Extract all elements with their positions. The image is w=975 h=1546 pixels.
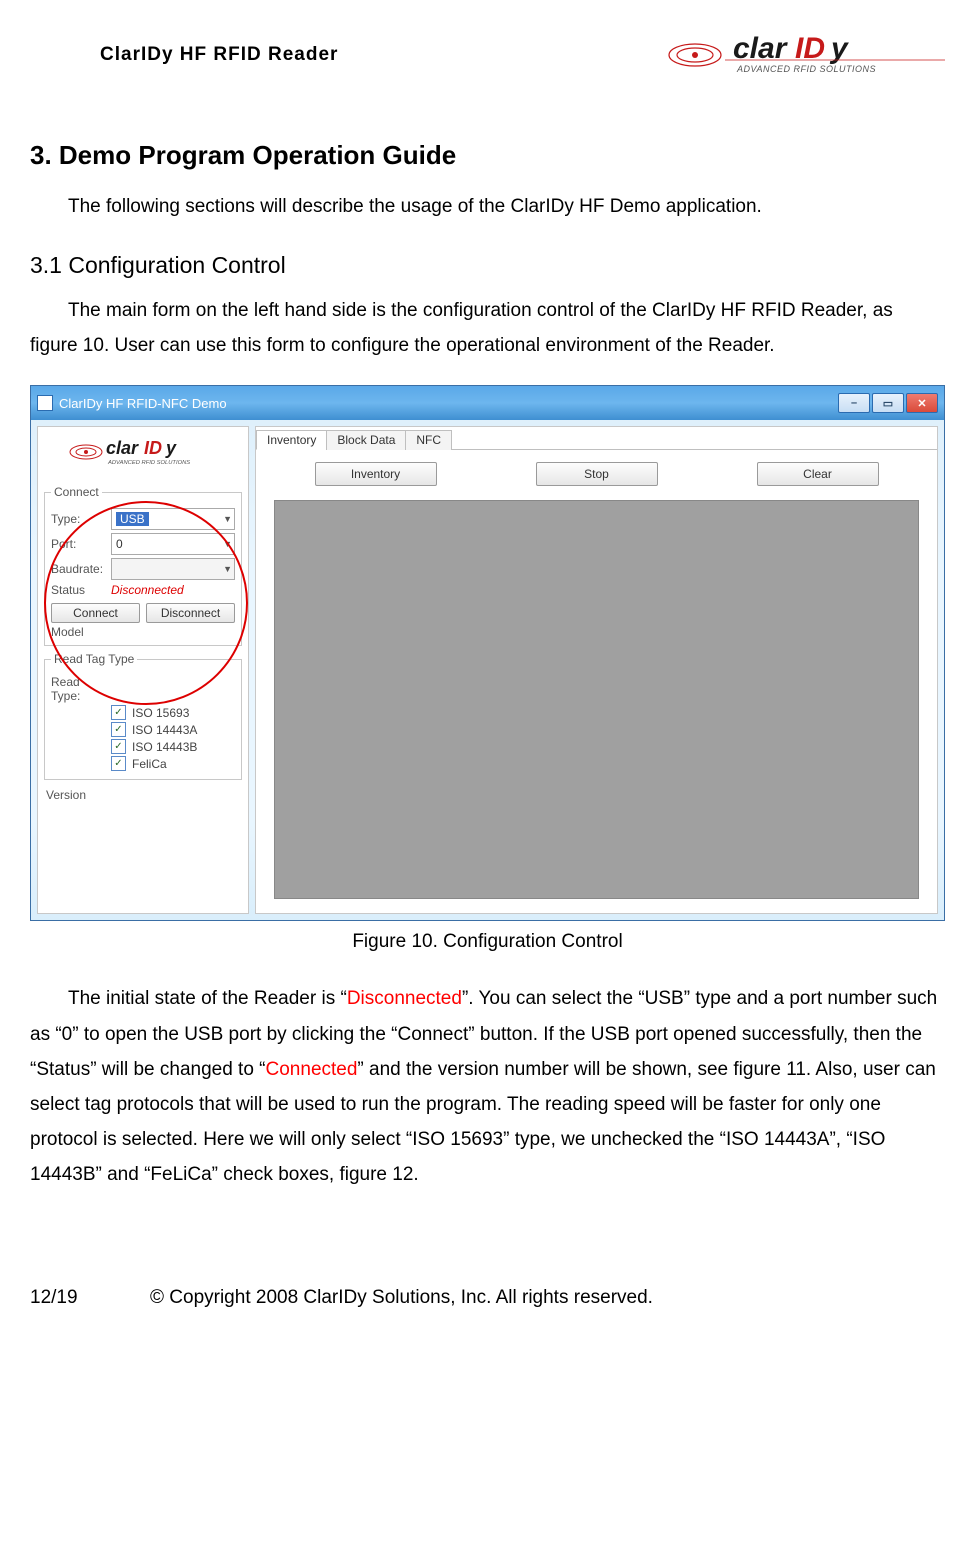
clear-button[interactable]: Clear: [757, 462, 879, 486]
chevron-down-icon: ▼: [223, 514, 232, 524]
iso15693-label: ISO 15693: [132, 706, 189, 720]
svg-text:y: y: [165, 438, 177, 458]
port-select[interactable]: 0 ▼: [111, 533, 235, 555]
type-value: USB: [116, 512, 149, 526]
config-panel: clar ID y ADVANCED RFID SOLUTIONS Connec…: [37, 426, 249, 914]
svg-text:ID: ID: [144, 438, 162, 458]
port-value: 0: [116, 537, 123, 551]
page-header: ClarIDy HF RFID Reader clar ID y ADVANCE…: [30, 30, 945, 80]
app-icon: [37, 395, 53, 411]
connect-group: Connect Type: USB ▼ Port: 0: [44, 485, 242, 646]
page-number: 12/19: [30, 1287, 150, 1309]
version-label: Version: [46, 788, 248, 802]
stop-button[interactable]: Stop: [536, 462, 658, 486]
disconnect-button[interactable]: Disconnect: [146, 603, 235, 623]
section-title: 3. Demo Program Operation Guide: [30, 140, 945, 171]
inventory-toolbar: Inventory Stop Clear: [256, 450, 937, 496]
readtype-label: Read Type:: [51, 675, 111, 703]
results-listbox[interactable]: [274, 500, 919, 899]
inventory-button[interactable]: Inventory: [315, 462, 437, 486]
claridy-logo-small-icon: clar ID y ADVANCED RFID SOLUTIONS: [68, 435, 218, 469]
svg-text:clar: clar: [106, 438, 139, 458]
status-label: Status: [51, 583, 107, 597]
baud-select[interactable]: ▼: [111, 558, 235, 580]
svg-text:ADVANCED RFID SOLUTIONS: ADVANCED RFID SOLUTIONS: [107, 460, 190, 466]
type-select[interactable]: USB ▼: [111, 508, 235, 530]
copyright: © Copyright 2008 ClarIDy Solutions, Inc.…: [150, 1287, 653, 1309]
tab-inventory[interactable]: Inventory: [256, 430, 327, 450]
panel-logo: clar ID y ADVANCED RFID SOLUTIONS: [38, 431, 248, 481]
results-panel: Inventory Block Data NFC Inventory Stop …: [255, 426, 938, 914]
intro-paragraph: The following sections will describe the…: [30, 189, 945, 224]
status-value: Disconnected: [111, 583, 184, 597]
close-button[interactable]: ✕: [906, 393, 938, 413]
page-footer: 12/19 © Copyright 2008 ClarIDy Solutions…: [30, 1287, 945, 1309]
connect-button[interactable]: Connect: [51, 603, 140, 623]
window-title: ClarIDy HF RFID-NFC Demo: [59, 396, 227, 411]
iso14443b-checkbox[interactable]: ✓: [111, 739, 126, 754]
iso14443a-checkbox[interactable]: ✓: [111, 722, 126, 737]
product-name: ClarIDy HF RFID Reader: [100, 44, 338, 66]
chevron-down-icon: ▼: [223, 564, 232, 574]
iso14443b-label: ISO 14443B: [132, 740, 197, 754]
iso14443a-label: ISO 14443A: [132, 723, 197, 737]
minimize-button[interactable]: –: [838, 393, 870, 413]
app-window: ClarIDy HF RFID-NFC Demo – ▭ ✕: [30, 385, 945, 921]
window-titlebar: ClarIDy HF RFID-NFC Demo – ▭ ✕: [31, 386, 944, 420]
subsection-title: 3.1 Configuration Control: [30, 252, 945, 279]
type-label: Type:: [51, 512, 107, 526]
readtag-legend: Read Tag Type: [51, 652, 137, 666]
baud-label: Baudrate:: [51, 562, 107, 576]
felica-label: FeliCa: [132, 757, 167, 771]
tab-strip: Inventory Block Data NFC: [256, 427, 937, 450]
readtag-group: Read Tag Type Read Type: ✓ ISO 15693 ✓ I…: [44, 652, 242, 780]
felica-checkbox[interactable]: ✓: [111, 756, 126, 771]
connect-legend: Connect: [51, 485, 102, 499]
tab-nfc[interactable]: NFC: [405, 430, 452, 450]
figure-10: ClarIDy HF RFID-NFC Demo – ▭ ✕: [30, 385, 945, 921]
explanation-paragraph: The initial state of the Reader is “Disc…: [30, 981, 945, 1192]
chevron-down-icon: ▼: [223, 539, 232, 549]
logo-tagline: ADVANCED RFID SOLUTIONS: [736, 64, 876, 74]
brand-logo: clar ID y ADVANCED RFID SOLUTIONS: [665, 30, 945, 80]
iso15693-checkbox[interactable]: ✓: [111, 705, 126, 720]
claridy-logo-icon: clar ID y ADVANCED RFID SOLUTIONS: [665, 30, 945, 80]
config-paragraph: The main form on the left hand side is t…: [30, 293, 945, 363]
maximize-button[interactable]: ▭: [872, 393, 904, 413]
port-label: Port:: [51, 537, 107, 551]
tab-blockdata[interactable]: Block Data: [326, 430, 406, 450]
model-label: Model: [51, 625, 235, 639]
figure-caption: Figure 10. Configuration Control: [30, 931, 945, 953]
